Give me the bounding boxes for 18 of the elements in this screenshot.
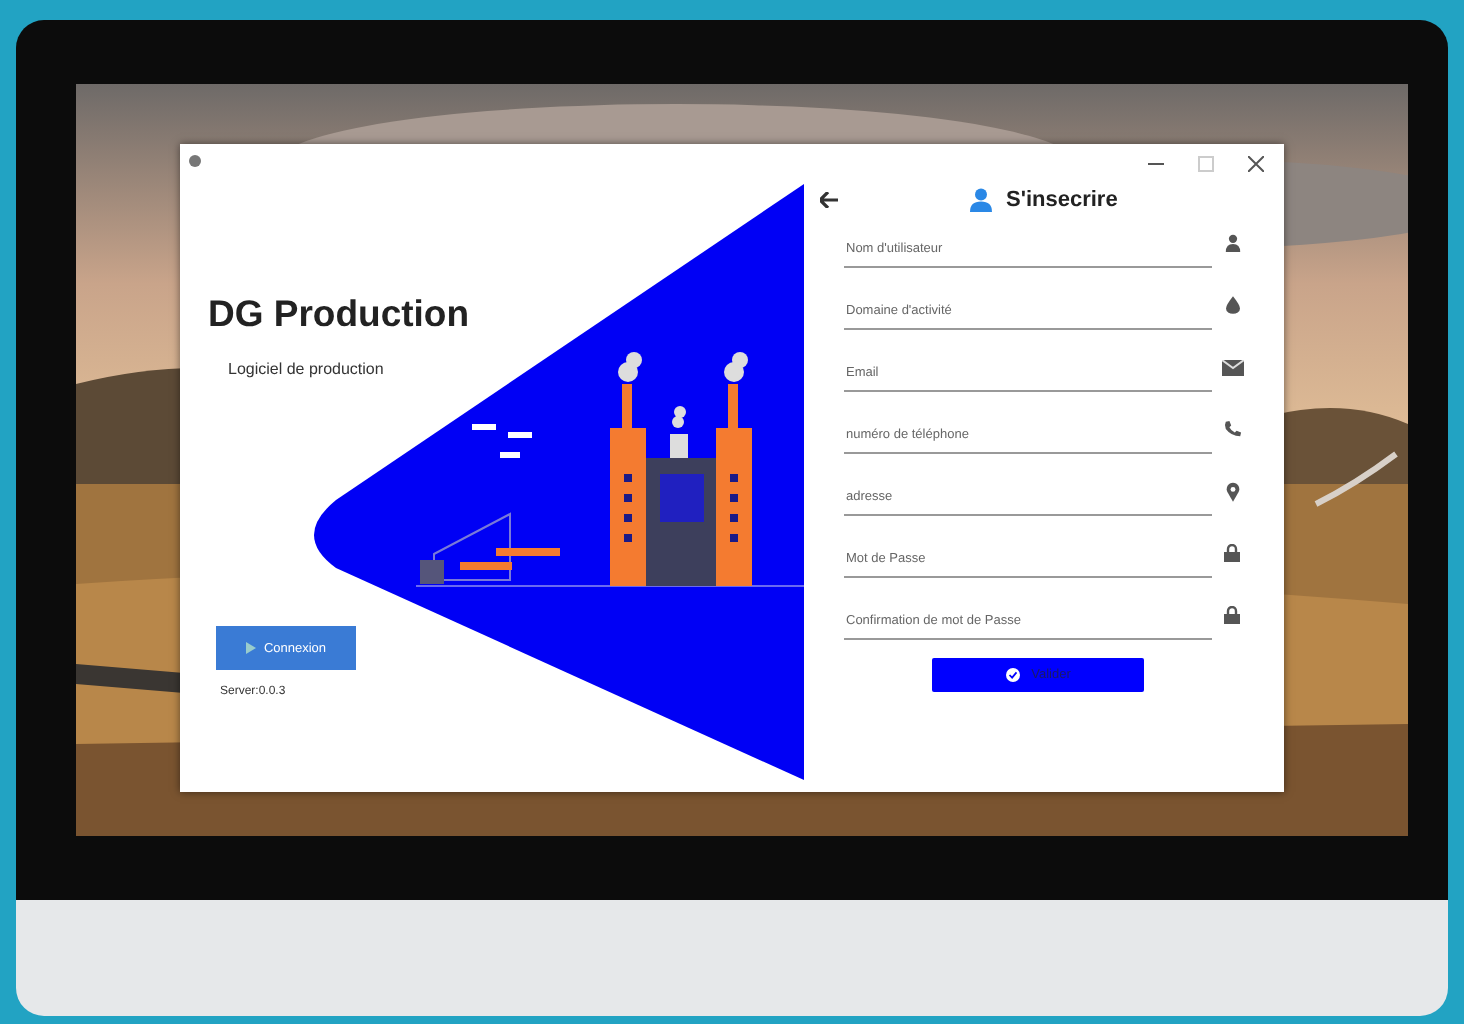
app-title: DG Production: [208, 292, 470, 336]
drop-icon: [1225, 296, 1239, 314]
user-icon: [970, 188, 992, 212]
app-icon: [188, 154, 202, 168]
chevron-icon: [245, 642, 256, 654]
app-subtitle: Logiciel de production: [228, 360, 384, 378]
close-icon[interactable]: [1248, 156, 1264, 172]
location-pin-icon: [1225, 481, 1239, 501]
truck-drawing: [420, 512, 560, 584]
check-circle-icon: [1005, 668, 1020, 682]
back-arrow-icon[interactable]: [820, 192, 838, 208]
cloud-drawing: [472, 424, 532, 458]
mail-icon: [1221, 359, 1243, 375]
phone-icon: [1223, 420, 1241, 438]
user-icon: [1223, 234, 1241, 252]
lock-icon: [1224, 544, 1240, 562]
lock-icon: [1224, 606, 1240, 624]
form-title: S'insecrire: [1006, 188, 1118, 212]
